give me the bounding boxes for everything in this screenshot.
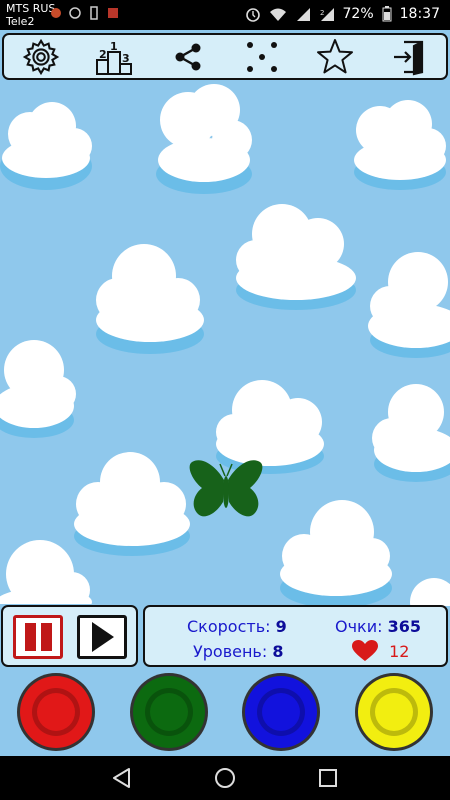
play-button[interactable] (77, 615, 127, 659)
recents-button[interactable] (308, 758, 348, 798)
battery-percent: 72% (342, 6, 374, 22)
cloud (0, 102, 92, 190)
butterfly[interactable] (188, 458, 264, 528)
exit-button[interactable] (383, 36, 435, 78)
score-value: 365 (387, 617, 421, 636)
lives-stat: 12 (352, 640, 409, 662)
app-icon (107, 6, 119, 20)
dots-icon (246, 41, 277, 72)
battery-icon (382, 6, 392, 22)
red-button[interactable] (16, 672, 96, 752)
cloud (368, 252, 450, 358)
settings-button[interactable] (15, 36, 67, 78)
cloud (96, 244, 204, 354)
level-stat: Уровень: 8 (193, 642, 283, 661)
system-icons: 2 72% 18:37 (245, 6, 440, 22)
carrier-2: Tele2 (6, 15, 35, 28)
more-games-button[interactable] (236, 36, 288, 78)
sync-icon (69, 6, 81, 20)
alarm-icon (245, 8, 260, 22)
back-icon (112, 768, 130, 788)
cloud (372, 384, 450, 482)
podium-place-3: 3 (122, 52, 130, 65)
home-button[interactable] (205, 758, 245, 798)
score-stat: Очки: 365 (335, 617, 421, 636)
cloud (0, 540, 92, 604)
toolbar: 2 1 3 (2, 33, 448, 80)
stats-panel: Скорость: 9 Очки: 365 Уровень: 8 12 (143, 605, 448, 667)
rate-button[interactable] (309, 36, 361, 78)
clock: 18:37 (399, 6, 440, 22)
pause-bar-left (25, 623, 36, 651)
notification-icons (50, 6, 119, 20)
speed-stat: Скорость: 9 (187, 617, 287, 636)
wifi-icon (269, 8, 286, 21)
heart-icon (352, 640, 378, 661)
carrier-1: MTS RUS (6, 2, 56, 15)
yellow-button[interactable] (354, 672, 434, 752)
game-area[interactable]: 2 1 3 Скорость: 9 Очки: 365 Уровень: 8 1… (0, 30, 450, 756)
cloud (280, 500, 392, 608)
speed-label: Скорость: (187, 617, 271, 636)
back-button[interactable] (102, 758, 142, 798)
play-icon (92, 622, 114, 652)
home-icon (214, 768, 235, 788)
star-icon (317, 38, 354, 73)
playback-controls (1, 605, 138, 667)
battery-saver-icon (88, 6, 100, 20)
status-bar: MTS RUS Tele2 2 72% 18:37 (0, 0, 450, 30)
cloud (236, 204, 356, 310)
share-button[interactable] (162, 36, 214, 78)
level-value: 8 (272, 642, 284, 661)
cloud (0, 340, 76, 438)
recents-icon (319, 769, 338, 787)
level-label: Уровень: (193, 642, 268, 661)
podium-icon: 2 1 3 (96, 40, 133, 75)
signal-icon (296, 8, 310, 21)
pause-bar-right (41, 623, 52, 651)
signal-2-icon: 2 (320, 8, 334, 21)
svg-text:2: 2 (320, 9, 324, 17)
app-notification-icon (50, 6, 62, 20)
podium-place-1: 1 (110, 40, 118, 53)
exit-door-icon (394, 40, 424, 75)
cloud (354, 100, 446, 190)
gear-icon (22, 38, 60, 75)
score-label: Очки: (335, 617, 383, 636)
green-button[interactable] (129, 672, 209, 752)
lives-value: 12 (389, 641, 410, 661)
share-icon (175, 43, 201, 70)
leaderboard-button[interactable]: 2 1 3 (88, 36, 140, 78)
speed-value: 9 (275, 617, 287, 636)
navigation-bar (0, 756, 450, 800)
cloud (156, 84, 252, 194)
podium-place-2: 2 (99, 48, 107, 61)
pause-button[interactable] (13, 615, 63, 659)
cloud (410, 578, 450, 606)
blue-button[interactable] (241, 672, 321, 752)
